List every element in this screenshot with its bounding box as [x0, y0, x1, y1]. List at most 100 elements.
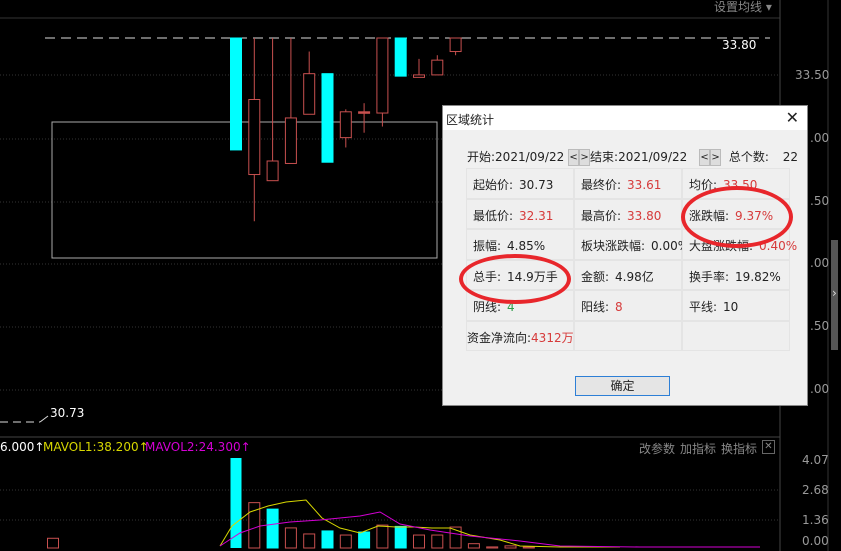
- stat-label: 金额:: [581, 269, 610, 284]
- stat-label: 换手率:: [689, 269, 730, 284]
- candle: [394, 37, 407, 77]
- vol-value: 6.000↑: [0, 440, 45, 454]
- candle-body: [339, 111, 352, 139]
- annotation-circle: [459, 254, 571, 304]
- stat-cell: [682, 320, 790, 351]
- candle-body: [321, 73, 334, 163]
- switch-indicator-button[interactable]: 换指标: [721, 440, 757, 457]
- end-next-button[interactable]: >: [710, 149, 722, 166]
- volume-bar: [522, 546, 535, 549]
- volume-bar: [504, 545, 517, 549]
- candle: [248, 38, 261, 222]
- candle-body: [449, 37, 462, 53]
- candle: [358, 103, 371, 133]
- volume-bar: [230, 458, 242, 548]
- stat-label: 振幅:: [473, 239, 502, 253]
- volume-bar: [413, 534, 425, 549]
- stat-value: 19.82%: [735, 269, 781, 284]
- close-icon[interactable]: ✕: [786, 108, 799, 127]
- mavol2-value: MAVOL2:24.300↑: [145, 440, 251, 454]
- dialog-title: 区域统计: [443, 106, 807, 130]
- price-axis-label: .00: [810, 256, 830, 270]
- stat-value: 10: [723, 300, 739, 314]
- candle-body: [303, 73, 316, 115]
- add-indicator-button[interactable]: 加指标: [680, 440, 716, 457]
- candle: [449, 37, 462, 56]
- stat-cell: 平线: 10: [682, 290, 790, 321]
- mavol1-value: MAVOL1:38.200↑: [43, 440, 149, 454]
- volume-bar: [47, 537, 59, 549]
- candle-body: [248, 99, 261, 176]
- price-axis-label: .50: [810, 319, 830, 333]
- annotation-circle: [681, 186, 793, 248]
- ma-settings-button[interactable]: 设置均线 ▾: [714, 0, 772, 15]
- volume-bar: [358, 531, 371, 549]
- stat-value: 4.85%: [507, 239, 546, 253]
- candle-body: [230, 37, 242, 151]
- high-price-label: 33.80: [722, 38, 757, 52]
- stat-cell: 板块涨跌幅: 0.00%: [574, 229, 689, 260]
- stat-label: 资金净流向:: [467, 330, 532, 345]
- stat-cell: [574, 320, 682, 351]
- candle-body: [266, 160, 279, 182]
- stat-cell: 最高价: 33.80: [574, 198, 682, 229]
- candle: [431, 55, 444, 76]
- stat-value: 4.98亿: [615, 269, 654, 284]
- low-price-label: 30.73: [50, 406, 85, 420]
- stat-cell: 最终价: 33.61: [574, 168, 682, 199]
- vol-axis-label: 4.07: [802, 453, 829, 467]
- candle-body: [394, 37, 407, 77]
- start-prev-button[interactable]: <: [568, 149, 580, 166]
- region-stats-dialog: 区域统计 ✕ 开始:2021/09/22 < >结束:2021/09/22 < > …: [442, 105, 808, 406]
- stat-value: 33.80: [627, 208, 662, 223]
- volume-bar: [303, 533, 316, 549]
- volume-bar: [339, 534, 352, 549]
- price-axis-label: 33.50: [795, 68, 830, 82]
- candle-body: [431, 59, 444, 76]
- edit-params-button[interactable]: 改参数: [639, 440, 675, 457]
- candle: [376, 37, 389, 127]
- candle: [230, 37, 242, 151]
- stat-label: 最高价:: [581, 208, 622, 223]
- end-prev-button[interactable]: <: [699, 149, 711, 166]
- start-next-button[interactable]: >: [579, 149, 591, 166]
- start-date: 2021/09/22: [495, 150, 565, 164]
- candle-body: [413, 74, 425, 78]
- candle: [284, 38, 297, 164]
- stat-label: 平线:: [689, 300, 718, 314]
- stat-cell: 最低价: 32.31: [466, 198, 574, 229]
- candle: [413, 58, 425, 78]
- stat-label: 最低价:: [473, 208, 514, 223]
- candle-body: [376, 37, 389, 114]
- selection-rect: [51, 121, 438, 259]
- end-date: 2021/09/22: [618, 150, 688, 164]
- stat-value: 4312万: [531, 330, 574, 345]
- stat-value: 30.73: [519, 178, 554, 192]
- stat-cell: 资金净流向:4312万: [466, 320, 574, 351]
- stat-label: 板块涨跌幅:: [581, 239, 646, 253]
- candle-body: [358, 111, 371, 114]
- volume-bar: [284, 527, 297, 549]
- candle-body: [284, 117, 297, 164]
- close-indicator-icon[interactable]: ✕: [762, 440, 775, 454]
- candle: [266, 38, 279, 182]
- mavol2-line: [219, 511, 760, 548]
- volume-bar: [431, 534, 444, 549]
- volume-bar: [467, 543, 480, 549]
- stat-cell: 金额: 4.98亿: [574, 259, 682, 290]
- start-label: 开始:: [467, 150, 496, 164]
- end-label: 结束:: [590, 150, 619, 164]
- stat-value: 8: [615, 300, 623, 314]
- stat-cell: 起始价: 30.73: [466, 168, 574, 199]
- price-axis-label: .00: [810, 131, 830, 145]
- volume-bar: [394, 525, 407, 549]
- ok-button[interactable]: 确定: [575, 376, 670, 396]
- volume-bar: [321, 530, 334, 549]
- volume-bar: [486, 546, 499, 549]
- candle: [339, 109, 352, 148]
- volume-bar: [376, 524, 389, 549]
- stat-label: 最终价:: [581, 178, 622, 192]
- vol-axis-label: 2.68: [802, 483, 829, 497]
- candle: [321, 73, 334, 163]
- stat-value: 32.31: [519, 208, 554, 223]
